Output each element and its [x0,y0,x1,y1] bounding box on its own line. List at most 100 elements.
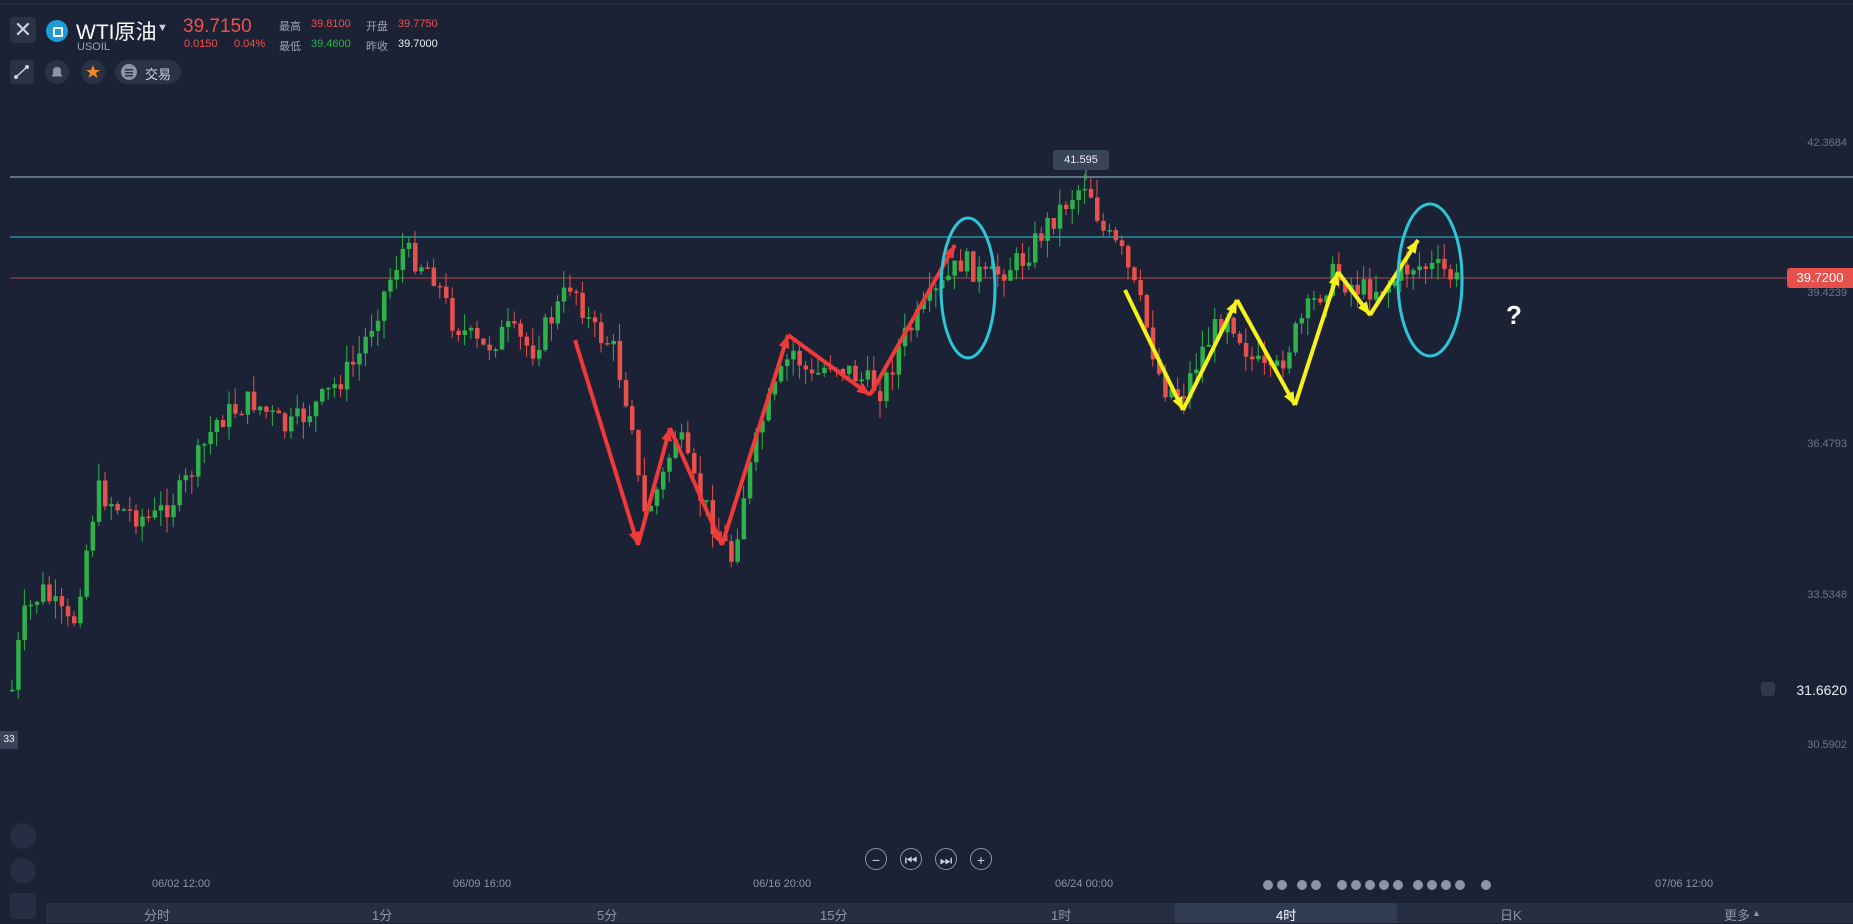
candle-body [270,410,275,412]
price-alert-tag[interactable]: 31.6620 [1757,678,1853,700]
candle-body [1020,253,1026,266]
candle-body [1442,258,1447,270]
event-dot[interactable] [1413,880,1423,890]
bell-icon[interactable] [1761,682,1775,696]
tab-timeframe-more[interactable]: 更多 [1724,905,1750,924]
zoom-out-button[interactable]: − [865,848,887,870]
candle-body [220,419,226,427]
event-dot[interactable] [1311,880,1321,890]
candle-body [1101,220,1106,231]
candle-body [1374,291,1379,300]
candle-body [301,408,306,423]
candle-body [530,345,536,359]
candle-body [78,596,83,624]
candlestick-chart[interactable] [0,0,1853,923]
event-dot[interactable] [1427,880,1437,890]
tab-timeframe-15m[interactable]: 15分 [820,905,847,924]
event-dot[interactable] [1263,880,1273,890]
chart-type-icon[interactable] [10,893,36,919]
event-dot[interactable] [1455,880,1465,890]
candle-body [41,584,46,602]
candle-body [196,445,201,477]
event-dot[interactable] [1481,880,1491,890]
y-tick-label: 39.4239 [1807,287,1847,299]
candle-body [1051,218,1057,229]
event-dot[interactable] [1379,880,1389,890]
event-dot[interactable] [1277,880,1287,890]
left-price-marker: 33 [0,731,18,749]
candle-body [382,291,387,321]
candle-body [946,275,951,280]
event-markers[interactable] [1263,877,1491,893]
chevron-up-icon[interactable]: ▲ [1752,908,1761,918]
scroll-end-button[interactable]: ⏭ [935,848,957,870]
candle-body [1454,272,1460,280]
event-dot[interactable] [1297,880,1307,890]
tab-timeframe-1h[interactable]: 1时 [1051,905,1071,924]
candle-body [1057,204,1063,229]
candle-body [1082,188,1088,191]
candle-body [654,489,660,506]
candle-body [276,410,282,414]
candle-body [791,350,796,360]
x-tick-label: 06/24 00:00 [1055,878,1114,890]
candle-body [53,596,58,602]
candle-body [816,372,821,375]
candle-body [1281,360,1286,369]
candle-body [282,413,288,432]
candle-body [1119,240,1125,247]
scroll-start-button[interactable]: ⏮ [900,848,922,870]
candle-body [202,444,207,446]
candle-body [1206,344,1212,347]
candle-body [506,321,511,327]
event-dot[interactable] [1441,880,1451,890]
candle-body [1367,279,1373,300]
tab-timeframe-tick[interactable]: 分时 [144,905,170,924]
candle-body [1126,246,1131,268]
candle-body [1033,233,1038,263]
candle-body [605,343,610,345]
zoom-in-button[interactable]: + [970,848,992,870]
candle-body [388,279,393,292]
candle-body [847,365,852,374]
pencil-icon[interactable] [10,858,36,884]
y-tick-label: 30.5902 [1807,739,1847,751]
candle-body [171,505,176,518]
candle-body [413,242,418,272]
candle-body [1429,262,1435,269]
red-arrow-segment [573,339,640,546]
event-dot[interactable] [1365,880,1375,890]
candle-body [809,369,815,374]
highlight-circle [939,216,997,360]
tab-timeframe-5m[interactable]: 5分 [597,905,617,924]
tab-timeframe-1m[interactable]: 1分 [372,905,392,924]
candle-body [487,344,492,351]
event-dot[interactable] [1393,880,1403,890]
candle-body [1113,230,1119,241]
candle-body [1132,267,1137,281]
candle-body [406,242,412,249]
indicator-icon[interactable] [10,823,36,849]
candle-body [995,266,1001,275]
tab-timeframe-1d[interactable]: 日K [1500,905,1522,924]
candle-body [667,457,672,472]
candle-body [952,260,957,276]
candle-body [72,616,77,624]
high-marker-label: 41.595 [1053,150,1109,170]
highlight-circle [1396,202,1464,358]
candle-body [307,416,313,423]
candle-body [642,475,647,512]
yellow-arrow-segment [1123,289,1185,411]
event-dot[interactable] [1351,880,1361,890]
candle-body [96,480,102,522]
candle-body [1088,188,1094,198]
candle-body [518,323,523,337]
candle-body [884,372,889,402]
event-dot[interactable] [1337,880,1347,890]
candle-body [344,361,350,390]
tab-timeframe-4h[interactable]: 4时 [1276,905,1296,924]
candle-body [1237,333,1243,343]
candle-body [357,353,362,365]
x-tick-label: 06/09 16:00 [453,878,512,890]
candle-body [853,365,858,382]
